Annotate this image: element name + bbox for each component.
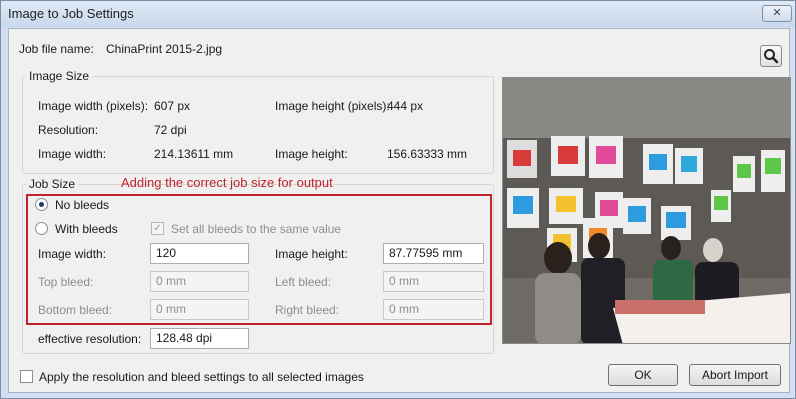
bottom-bleed-label: Bottom bleed: (38, 303, 113, 317)
job-size-group-label: Job Size (26, 177, 79, 191)
preview-photo-illustration (503, 78, 790, 343)
with-bleeds-label[interactable]: With bleeds (55, 222, 118, 236)
no-bleeds-radio[interactable] (35, 198, 48, 211)
image-width-input[interactable]: 120 (150, 243, 249, 264)
apply-all-label[interactable]: Apply the resolution and bleed settings … (39, 370, 364, 384)
image-preview (502, 77, 791, 344)
with-bleeds-radio[interactable] (35, 222, 48, 235)
job-file-value: ChinaPrint 2015-2.jpg (106, 42, 223, 56)
resolution-value: 72 dpi (154, 123, 187, 137)
left-bleed-input[interactable]: 0 mm (383, 271, 484, 292)
effective-resolution-field: 128.48 dpi (150, 328, 249, 349)
close-button[interactable]: ✕ (762, 5, 792, 22)
top-bleed-input[interactable]: 0 mm (150, 271, 249, 292)
dialog-window: Image to Job Settings ✕ Job file name: C… (0, 0, 796, 399)
image-height-input[interactable]: 87.77595 mm (383, 243, 484, 264)
resolution-label: Resolution: (38, 123, 99, 137)
image-height-mm-value: 156.63333 mm (387, 147, 468, 161)
effective-resolution-label: effective resolution: (38, 332, 142, 346)
image-height-px-label: Image height (pixels): (275, 99, 390, 113)
magnifier-icon (764, 49, 779, 64)
title-bar: Image to Job Settings ✕ (1, 1, 795, 27)
image-width-px-label: Image width (pixels): (38, 99, 149, 113)
image-size-group-label: Image Size (26, 69, 93, 83)
close-icon: ✕ (772, 7, 782, 19)
window-title: Image to Job Settings (8, 6, 134, 21)
job-file-label: Job file name: (19, 42, 94, 56)
zoom-preview-button[interactable] (760, 45, 782, 67)
abort-import-button[interactable]: Abort Import (689, 364, 781, 386)
ok-button[interactable]: OK (608, 364, 678, 386)
bottom-bleed-input[interactable]: 0 mm (150, 299, 249, 320)
image-height-px-value: 444 px (387, 99, 424, 113)
annotation-text: Adding the correct job size for output (121, 175, 333, 190)
dialog-body: Job file name: ChinaPrint 2015-2.jpg Ima… (8, 28, 791, 393)
right-bleed-label: Right bleed: (275, 303, 340, 317)
no-bleeds-label[interactable]: No bleeds (55, 198, 109, 212)
image-height-mm-label: Image height: (275, 147, 348, 161)
image-width-mm-label: Image width: (38, 147, 107, 161)
top-bleed-label: Top bleed: (38, 275, 94, 289)
right-bleed-input[interactable]: 0 mm (383, 299, 484, 320)
same-bleeds-checkbox[interactable]: ✓ (151, 222, 164, 235)
apply-all-checkbox[interactable] (20, 370, 33, 383)
image-width-px-value: 607 px (154, 99, 191, 113)
radio-selected-dot (39, 202, 44, 207)
image-width-mm-value: 214.13611 mm (154, 147, 234, 161)
job-image-height-label: Image height: (275, 247, 348, 261)
job-image-width-label: Image width: (38, 247, 107, 261)
same-bleeds-label: Set all bleeds to the same value (171, 222, 342, 236)
left-bleed-label: Left bleed: (275, 275, 332, 289)
check-icon: ✓ (153, 223, 162, 234)
